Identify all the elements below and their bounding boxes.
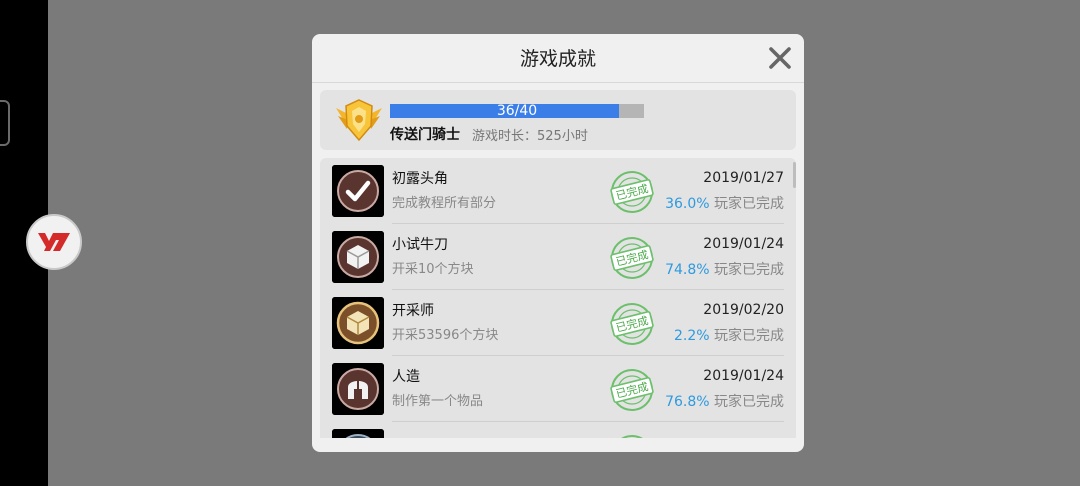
y7-logo-icon [38,233,70,251]
achievement-date: 2019/01/27 [703,170,784,186]
achievement-rate: 2.2% 玩家已完成 [674,325,784,345]
completion-percent: 76.8% [665,394,710,410]
completed-stamp-icon: 已完成 [610,171,654,213]
completed-stamp-icon: 已完成 [610,369,654,411]
rank-panel: 36/40 传送门骑士 游戏时长：525小时 [320,90,796,150]
achievement-description: 开采10个方块 [392,262,474,277]
checkmark-badge-icon [332,165,384,217]
achievement-rate: 74.8% 玩家已完成 [665,259,784,279]
achievement-row[interactable]: 初露头角 完成教程所有部分 已完成 2019/01/27 36.0% 玩家已完成 [332,158,784,224]
completed-stamp-icon: 已完成 [610,303,654,345]
title-divider [312,82,804,83]
floating-assistant-button[interactable] [26,214,82,270]
dialog-title: 游戏成就 [519,48,596,70]
completion-percent: 74.8% [665,262,710,278]
gold-cube-badge-icon [332,297,384,349]
rank-title: 传送门骑士 [390,127,460,143]
completion-suffix: 玩家已完成 [709,196,784,212]
achievement-description: 开采53596个方块 [392,328,499,343]
achievement-description: 制作第一个物品 [392,394,484,409]
edge-handle[interactable] [0,100,10,146]
achievement-rate: 76.8% 玩家已完成 [665,391,784,411]
achievement-row[interactable]: 开采师 开采53596个方块 已完成 2019/02/20 2.2% 玩家已完成 [332,290,784,356]
rank-emblem-icon [336,99,382,142]
achievements-dialog: 游戏成就 36/40 传送门骑士 游戏时长：525小时 初露头角 完成教程所有部… [312,34,804,452]
achievement-description: 完成教程所有部分 [392,196,497,211]
achievement-name: 开采师 [392,303,434,319]
achievement-row[interactable]: 人造 制作第一个物品 已完成 2019/01/24 76.8% 玩家已完成 [332,356,784,422]
scrollbar[interactable] [793,162,796,188]
achievement-row-partial[interactable] [332,422,784,438]
achievement-name: 人造 [392,369,420,385]
completed-stamp-icon [621,435,643,438]
close-icon[interactable] [767,45,793,71]
completion-percent: 2.2% [673,328,710,344]
achievement-date: 2019/02/20 [703,302,784,318]
next-achievement-badge-icon [332,429,384,438]
helmet-badge-icon [332,363,384,415]
achievement-progress-bar: 36/40 [390,103,644,119]
cube-badge-icon [332,231,384,283]
progress-text: 36/40 [496,103,538,119]
achievement-rate: 36.0% 玩家已完成 [665,193,784,213]
completion-percent: 36.0% [665,196,710,212]
achievement-name: 初露头角 [392,171,448,187]
completion-suffix: 玩家已完成 [709,262,784,278]
achievement-list[interactable]: 初露头角 完成教程所有部分 已完成 2019/01/27 36.0% 玩家已完成… [320,158,796,438]
completed-stamp-icon: 已完成 [610,237,654,279]
achievement-name: 小试牛刀 [392,237,448,253]
playtime-label: 游戏时长：525小时 [472,129,588,144]
achievement-date: 2019/01/24 [703,236,784,252]
achievement-row[interactable]: 小试牛刀 开采10个方块 已完成 2019/01/24 74.8% 玩家已完成 [332,224,784,290]
completion-suffix: 玩家已完成 [709,394,784,410]
completion-suffix: 玩家已完成 [709,328,784,344]
achievement-date: 2019/01/24 [703,368,784,384]
